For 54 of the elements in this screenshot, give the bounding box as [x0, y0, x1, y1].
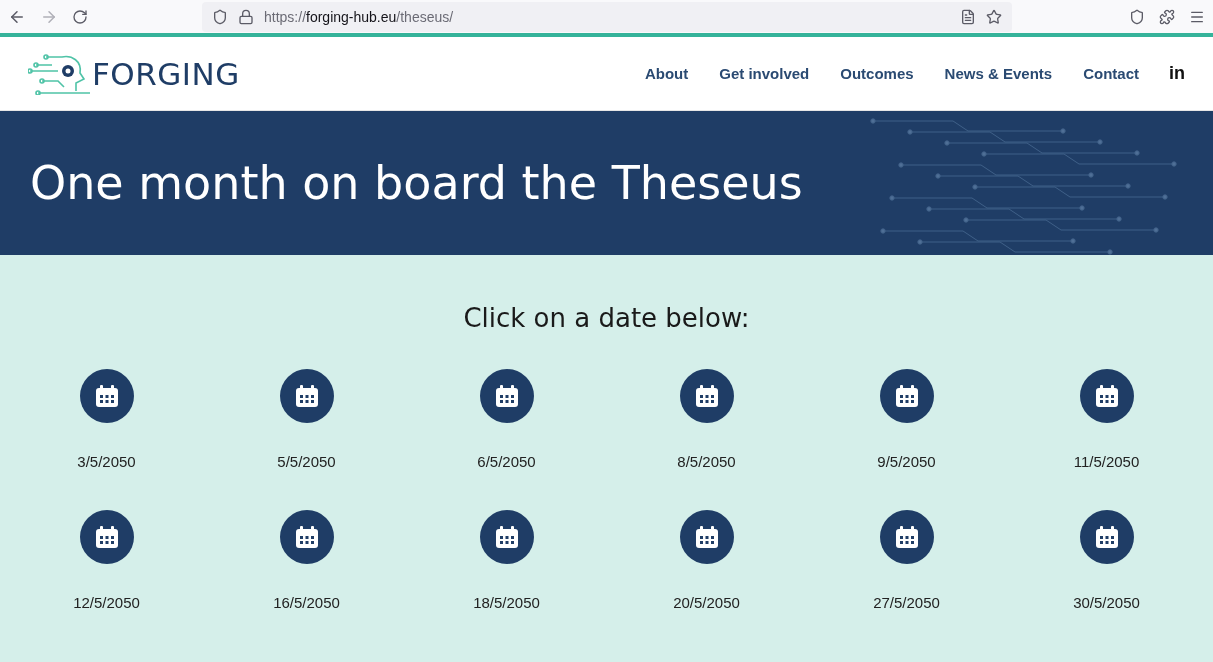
calendar-icon — [294, 384, 319, 408]
date-link[interactable]: 18/5/2050 — [473, 594, 540, 611]
calendar-button[interactable] — [879, 510, 934, 564]
calendar-icon — [894, 384, 919, 408]
nav-link[interactable]: Outcomes — [840, 65, 914, 82]
linkedin-link[interactable]: in — [1169, 63, 1185, 84]
calendar-icon — [1094, 384, 1119, 408]
calendar-button[interactable] — [679, 369, 734, 423]
star-icon[interactable] — [986, 8, 1002, 25]
date-link[interactable]: 3/5/2050 — [77, 453, 136, 470]
calendar-button[interactable] — [879, 369, 934, 423]
calendar-button[interactable] — [479, 369, 534, 423]
lock-icon[interactable] — [238, 8, 254, 25]
calendar-icon — [694, 384, 719, 408]
date-link[interactable]: 20/5/2050 — [673, 594, 740, 611]
logo-text[interactable]: FORGING — [92, 55, 240, 92]
reader-icon[interactable] — [960, 8, 976, 25]
calendar-icon — [94, 384, 119, 408]
page-title: One month on board the Theseus — [30, 156, 803, 210]
date-link[interactable]: 6/5/2050 — [477, 453, 536, 470]
address-bar[interactable]: https://forging-hub.eu/theseus/ — [202, 1, 1012, 32]
calendar-button[interactable] — [79, 369, 134, 423]
logo-icon — [28, 52, 90, 95]
nav-link[interactable]: Get involved — [719, 65, 810, 82]
calendar-icon — [94, 525, 119, 549]
reload-icon[interactable] — [72, 8, 88, 25]
calendar-icon — [294, 525, 319, 549]
date-link[interactable]: 11/5/2050 — [1073, 453, 1140, 470]
date-link[interactable]: 27/5/2050 — [873, 594, 940, 611]
puzzle-icon[interactable] — [1159, 8, 1175, 25]
calendar-button[interactable] — [279, 510, 334, 564]
date-link[interactable]: 30/5/2050 — [1073, 594, 1140, 611]
calendar-icon — [894, 525, 919, 549]
date-link[interactable]: 12/5/2050 — [73, 594, 140, 611]
calendar-button[interactable] — [279, 369, 334, 423]
shield-icon[interactable] — [212, 8, 228, 25]
calendar-button[interactable] — [679, 510, 734, 564]
section-heading: Click on a date below: — [463, 303, 750, 333]
calendar-button[interactable] — [79, 510, 134, 564]
calendar-button[interactable] — [1079, 510, 1134, 564]
calendar-icon — [694, 525, 719, 549]
url-text: https://forging-hub.eu/theseus/ — [264, 8, 455, 25]
calendar-button[interactable] — [479, 510, 534, 564]
nav-link[interactable]: News & Events — [944, 65, 1053, 82]
calendar-icon — [494, 384, 519, 408]
calendar-icon — [1094, 525, 1119, 549]
calendar-button[interactable] — [1079, 369, 1134, 423]
date-link[interactable]: 8/5/2050 — [677, 453, 736, 470]
calendar-icon — [494, 525, 519, 549]
nav-link[interactable]: About — [644, 65, 689, 82]
date-link[interactable]: 5/5/2050 — [277, 453, 336, 470]
date-link[interactable]: 9/5/2050 — [877, 453, 936, 470]
date-link[interactable]: 16/5/2050 — [273, 594, 340, 611]
nav-link[interactable]: Contact — [1083, 65, 1139, 82]
